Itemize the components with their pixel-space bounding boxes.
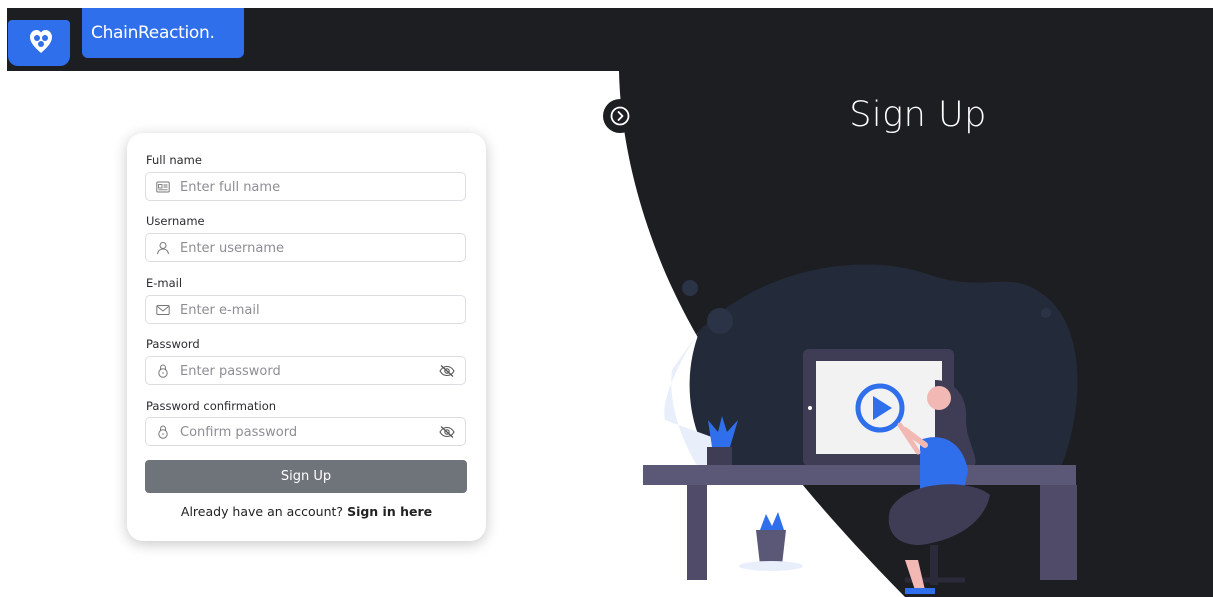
id-card-icon bbox=[156, 181, 170, 193]
page-title: Sign Up bbox=[849, 95, 987, 135]
username-label: Username bbox=[146, 214, 205, 228]
email-field[interactable] bbox=[145, 295, 466, 324]
full-name-input[interactable] bbox=[178, 177, 432, 198]
brand-badge[interactable]: ChainReaction. bbox=[82, 8, 244, 58]
signup-form: Full name Username E-mail Password bbox=[127, 133, 486, 541]
sign-up-button[interactable]: Sign Up bbox=[145, 460, 467, 493]
username-input[interactable] bbox=[178, 238, 432, 259]
signin-prompt-text: Already have an account? bbox=[180, 504, 344, 519]
password-confirmation-input[interactable] bbox=[178, 422, 432, 443]
email-label: E-mail bbox=[146, 276, 183, 290]
full-name-field[interactable] bbox=[145, 172, 466, 201]
password-confirmation-label: Password confirmation bbox=[146, 399, 277, 413]
username-field[interactable] bbox=[145, 233, 466, 262]
password-label: Password bbox=[146, 337, 200, 351]
chevron-right-circle-icon bbox=[610, 106, 630, 126]
lock-icon bbox=[158, 364, 168, 378]
password-confirmation-field[interactable] bbox=[145, 417, 466, 446]
password-field[interactable] bbox=[145, 356, 466, 385]
eye-off-icon[interactable] bbox=[439, 425, 455, 439]
sign-in-link[interactable]: Sign in here bbox=[347, 504, 432, 519]
signin-prompt-row: Already have an account? Sign in here bbox=[127, 504, 486, 519]
logo-icon[interactable] bbox=[8, 20, 70, 66]
email-input[interactable] bbox=[178, 300, 432, 321]
eye-off-icon[interactable] bbox=[439, 364, 455, 378]
brand-name: ChainReaction. bbox=[91, 23, 215, 43]
password-input[interactable] bbox=[178, 361, 432, 382]
user-icon bbox=[157, 242, 169, 255]
lock-icon bbox=[158, 425, 168, 439]
mail-icon bbox=[156, 305, 170, 315]
toggle-panel-button[interactable] bbox=[603, 99, 637, 133]
full-name-label: Full name bbox=[146, 153, 202, 167]
